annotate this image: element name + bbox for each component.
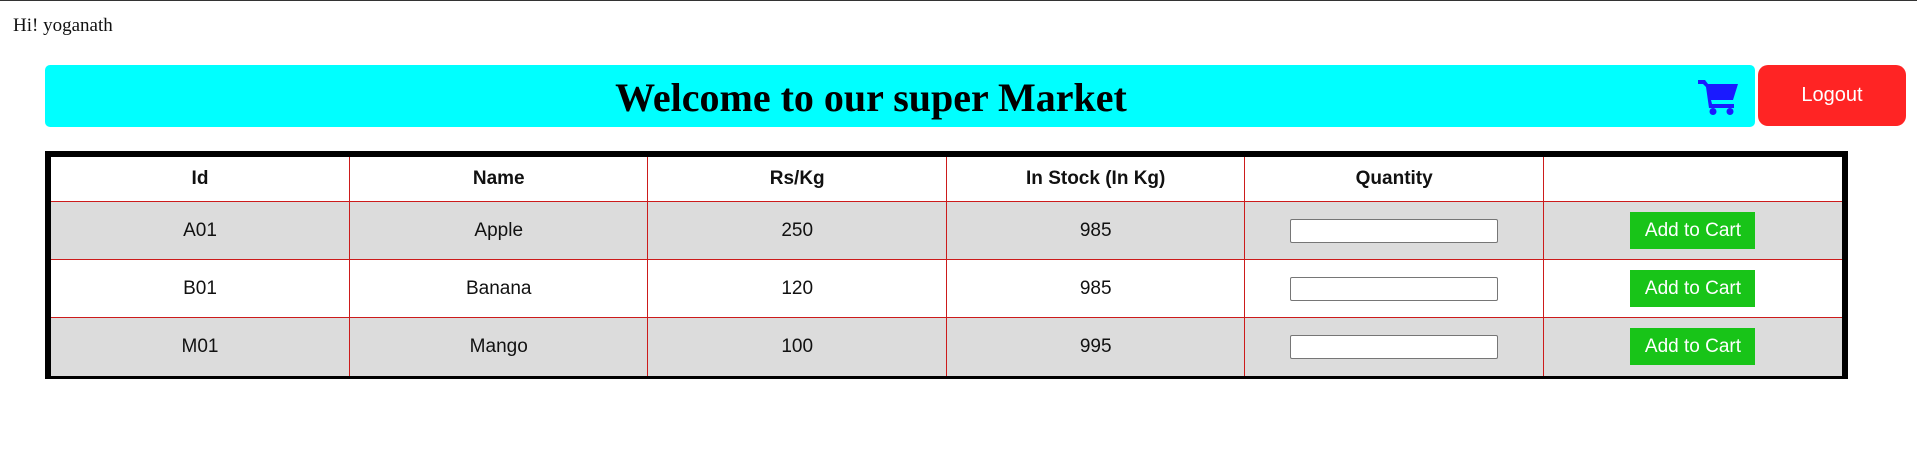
cell-price: 250 <box>647 201 947 260</box>
column-header-action <box>1542 157 1842 202</box>
cell-stock: 985 <box>945 201 1246 260</box>
cell-name: Banana <box>348 259 649 318</box>
page-title: Welcome to our super Market <box>615 75 1127 120</box>
column-header-name: Name <box>348 157 649 202</box>
cell-name: Mango <box>348 317 649 376</box>
cell-quantity <box>1244 201 1544 260</box>
column-header-quantity: Quantity <box>1244 157 1544 202</box>
products-table: Id Name Rs/Kg In Stock (In Kg) Quantity … <box>51 157 1842 376</box>
cell-name: Apple <box>348 201 649 260</box>
quantity-input[interactable] <box>1290 334 1499 359</box>
cell-action: Add to Cart <box>1542 317 1842 376</box>
column-header-stock: In Stock (In Kg) <box>945 157 1246 202</box>
quantity-input[interactable] <box>1290 218 1499 243</box>
cell-action: Add to Cart <box>1542 201 1842 260</box>
cell-action: Add to Cart <box>1542 259 1842 318</box>
shopping-cart-icon[interactable] <box>1697 77 1739 115</box>
add-to-cart-button[interactable]: Add to Cart <box>1630 328 1756 366</box>
cell-quantity <box>1244 259 1544 318</box>
table-header-row: Id Name Rs/Kg In Stock (In Kg) Quantity <box>51 157 1842 202</box>
cell-price: 100 <box>647 317 947 376</box>
table-row: M01 Mango 100 995 Add to Cart <box>51 317 1842 376</box>
column-header-price: Rs/Kg <box>647 157 947 202</box>
cell-price: 120 <box>647 259 947 318</box>
add-to-cart-button[interactable]: Add to Cart <box>1630 270 1756 307</box>
table-row: A01 Apple 250 985 Add to Cart <box>51 201 1842 260</box>
user-greeting: Hi! yoganath <box>13 15 113 36</box>
table-row: B01 Banana 120 985 Add to Cart <box>51 259 1842 318</box>
logout-button[interactable]: Logout <box>1758 65 1906 126</box>
cell-stock: 995 <box>945 317 1246 376</box>
cell-id: A01 <box>51 201 350 260</box>
products-table-frame: Id Name Rs/Kg In Stock (In Kg) Quantity … <box>45 151 1848 379</box>
welcome-banner: Welcome to our super Market <box>45 65 1755 127</box>
add-to-cart-button[interactable]: Add to Cart <box>1630 212 1756 249</box>
cell-id: B01 <box>51 259 350 318</box>
cell-quantity <box>1244 317 1544 376</box>
column-header-id: Id <box>51 157 350 202</box>
quantity-input[interactable] <box>1290 276 1499 301</box>
top-divider <box>0 0 1917 1</box>
cell-id: M01 <box>51 317 350 376</box>
cell-stock: 985 <box>945 259 1246 318</box>
